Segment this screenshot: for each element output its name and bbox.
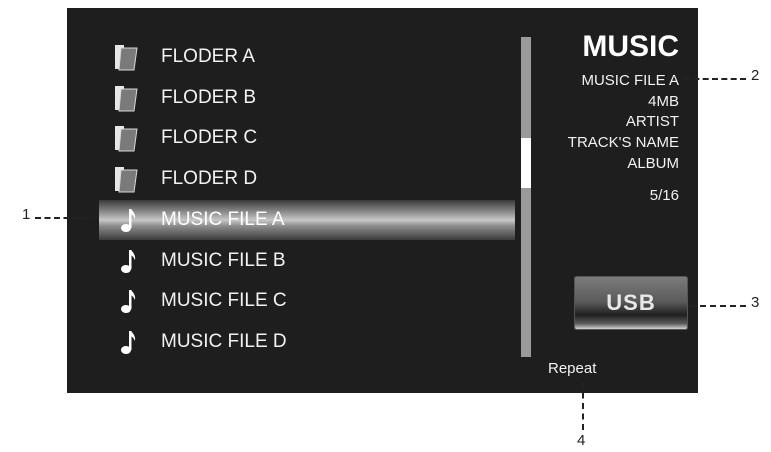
- folder-icon: [115, 126, 138, 152]
- callout-1-line: [35, 217, 98, 219]
- folder-icon: [115, 167, 138, 193]
- list-item-folder[interactable]: FLODER A: [99, 37, 515, 77]
- list-item-label: FLODER B: [161, 87, 257, 108]
- artist-name: ARTIST: [625, 113, 679, 130]
- list-item-music[interactable]: MUSIC FILE D: [99, 322, 515, 362]
- file-size: 4MB: [648, 93, 679, 110]
- track-name: TRACK'S NAME: [567, 134, 679, 151]
- callout-4-number: 4: [577, 432, 586, 449]
- file-name: MUSIC FILE A: [581, 72, 679, 89]
- list-item-label: MUSIC FILE D: [161, 331, 287, 352]
- list-item-music[interactable]: MUSIC FILE C: [99, 281, 515, 321]
- scrollbar-thumb[interactable]: [521, 138, 531, 188]
- callout-3-number: 3: [751, 294, 760, 311]
- music-note-icon: [121, 290, 136, 313]
- list-item-folder[interactable]: FLODER B: [99, 78, 515, 118]
- track-position: 5/16: [649, 187, 679, 204]
- list-item-label: MUSIC FILE C: [161, 290, 287, 311]
- callout-2-line: [684, 78, 746, 80]
- list-item-label: MUSIC FILE A: [161, 209, 285, 230]
- panel-title: MUSIC: [582, 30, 679, 63]
- folder-icon: [115, 45, 138, 71]
- album-name: ALBUM: [627, 155, 679, 172]
- repeat-status: Repeat: [548, 360, 597, 377]
- callout-3-line: [690, 305, 746, 307]
- callout-2-number: 2: [751, 67, 760, 84]
- list-item-label: FLODER D: [161, 168, 258, 189]
- music-note-icon: [121, 209, 136, 232]
- list-item-label: FLODER A: [161, 46, 255, 67]
- music-note-icon: [121, 331, 136, 354]
- callout-4-line: [582, 382, 584, 430]
- folder-icon: [115, 86, 138, 112]
- scrollbar[interactable]: [521, 37, 531, 357]
- list-item-folder[interactable]: FLODER D: [99, 159, 515, 199]
- list-item-music[interactable]: MUSIC FILE B: [99, 241, 515, 281]
- list-item-label: FLODER C: [161, 127, 258, 148]
- list-item-music-selected[interactable]: MUSIC FILE A: [99, 200, 515, 240]
- callout-1-number: 1: [22, 206, 31, 223]
- list-item-label: MUSIC FILE B: [161, 250, 286, 271]
- usb-button-label: USB: [606, 290, 656, 315]
- list-item-folder[interactable]: FLODER C: [99, 118, 515, 158]
- music-note-icon: [121, 250, 136, 273]
- usb-source-button[interactable]: USB: [574, 276, 688, 330]
